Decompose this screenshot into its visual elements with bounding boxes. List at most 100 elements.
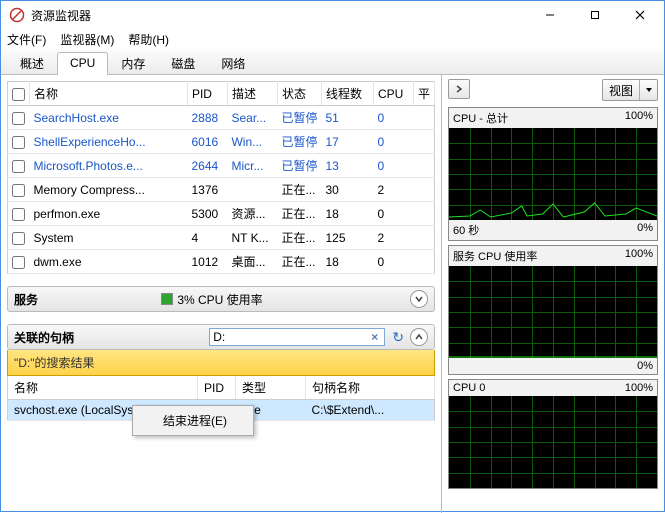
tabbar: 概述 CPU 内存 磁盘 网络 xyxy=(1,49,664,75)
graph-foot-right: 0% xyxy=(637,222,653,238)
context-menu: 结束进程(E) xyxy=(132,405,254,436)
process-status: 已暂停 xyxy=(277,154,321,178)
graph-canvas xyxy=(449,266,657,358)
graph-title: CPU 0 xyxy=(453,382,485,394)
process-status: 已暂停 xyxy=(277,106,321,130)
hcol-pid[interactable]: PID xyxy=(198,376,236,400)
col-cpu[interactable]: CPU xyxy=(373,82,413,106)
menubar: 文件(F) 监视器(M) 帮助(H) xyxy=(1,29,664,49)
left-pane: 名称 PID 描述 状态 线程数 CPU 平 SearchHost.exe288… xyxy=(1,75,441,513)
process-row[interactable]: Memory Compress...1376正在...302 xyxy=(8,178,435,202)
close-button[interactable] xyxy=(617,1,662,29)
col-avg[interactable]: 平 xyxy=(413,82,434,106)
process-pid: 2644 xyxy=(187,154,227,178)
handles-header-row[interactable]: 名称 PID 类型 句柄名称 xyxy=(8,376,435,400)
process-desc xyxy=(227,178,277,202)
services-section-header[interactable]: 服务 3% CPU 使用率 xyxy=(7,286,435,312)
process-avg xyxy=(413,178,434,202)
refresh-icon[interactable]: ↻ xyxy=(392,329,404,346)
graph-right-label: 100% xyxy=(625,382,653,394)
process-avg xyxy=(413,130,434,154)
process-desc: 资源... xyxy=(227,202,277,226)
col-status[interactable]: 状态 xyxy=(277,82,321,106)
ctx-end-process[interactable]: 结束进程(E) xyxy=(135,408,251,433)
process-status: 已暂停 xyxy=(277,130,321,154)
app-icon xyxy=(9,7,25,23)
process-desc: Micr... xyxy=(227,154,277,178)
process-row[interactable]: ShellExperienceHo...6016Win...已暂停170 xyxy=(8,130,435,154)
process-pid: 6016 xyxy=(187,130,227,154)
check-all[interactable] xyxy=(12,88,25,101)
view-button-label[interactable]: 视图 xyxy=(603,82,639,99)
hcol-type[interactable]: 类型 xyxy=(236,376,306,400)
tab-network[interactable]: 网络 xyxy=(208,51,258,74)
window-title: 资源监视器 xyxy=(31,7,527,24)
process-pid: 5300 xyxy=(187,202,227,226)
col-pid[interactable]: PID xyxy=(187,82,227,106)
graph-canvas xyxy=(449,396,657,488)
process-check[interactable] xyxy=(12,184,25,197)
process-status: 正在... xyxy=(277,250,321,274)
process-row[interactable]: Microsoft.Photos.e...2644Micr...已暂停130 xyxy=(8,154,435,178)
process-threads: 51 xyxy=(321,106,373,130)
handles-section-header[interactable]: 关联的句柄 × ↻ xyxy=(7,324,435,350)
process-check[interactable] xyxy=(12,232,25,245)
col-desc[interactable]: 描述 xyxy=(227,82,277,106)
process-row[interactable]: dwm.exe1012桌面...正在...180 xyxy=(8,250,435,274)
process-check[interactable] xyxy=(12,112,25,125)
tab-disk[interactable]: 磁盘 xyxy=(158,51,208,74)
titlebar: 资源监视器 xyxy=(1,1,664,29)
process-header-row[interactable]: 名称 PID 描述 状态 线程数 CPU 平 xyxy=(8,82,435,106)
process-check[interactable] xyxy=(12,256,25,269)
process-pid: 2888 xyxy=(187,106,227,130)
services-collapse-button[interactable] xyxy=(410,290,428,308)
process-row[interactable]: SearchHost.exe2888Sear...已暂停510 xyxy=(8,106,435,130)
process-avg xyxy=(413,154,434,178)
process-threads: 17 xyxy=(321,130,373,154)
view-dropdown-arrow[interactable] xyxy=(639,80,657,100)
process-check[interactable] xyxy=(12,136,25,149)
process-desc: Win... xyxy=(227,130,277,154)
clear-search-icon[interactable]: × xyxy=(371,330,378,344)
col-name[interactable]: 名称 xyxy=(30,82,188,106)
process-avg xyxy=(413,202,434,226)
tab-memory[interactable]: 内存 xyxy=(108,51,158,74)
process-row[interactable]: perfmon.exe5300资源...正在...180 xyxy=(8,202,435,226)
graph-nav-button[interactable] xyxy=(448,79,470,99)
menu-monitor[interactable]: 监视器(M) xyxy=(60,31,114,48)
cpu-usage-label: 3% CPU 使用率 xyxy=(177,291,262,308)
col-threads[interactable]: 线程数 xyxy=(321,82,373,106)
services-title: 服务 xyxy=(14,291,161,308)
process-check[interactable] xyxy=(12,160,25,173)
maximize-button[interactable] xyxy=(572,1,617,29)
process-name: Memory Compress... xyxy=(30,178,188,202)
process-row[interactable]: System4NT K...正在...1252 xyxy=(8,226,435,250)
process-cpu: 0 xyxy=(373,154,413,178)
hcol-handle[interactable]: 句柄名称 xyxy=(306,376,435,400)
graph-title: CPU - 总计 xyxy=(453,110,508,126)
process-check[interactable] xyxy=(12,208,25,221)
menu-help[interactable]: 帮助(H) xyxy=(128,31,169,48)
process-table: 名称 PID 描述 状态 线程数 CPU 平 SearchHost.exe288… xyxy=(7,81,435,274)
menu-file[interactable]: 文件(F) xyxy=(7,31,46,48)
tab-cpu[interactable]: CPU xyxy=(57,52,108,75)
process-pid: 1012 xyxy=(187,250,227,274)
process-avg xyxy=(413,106,434,130)
process-cpu: 0 xyxy=(373,106,413,130)
hcol-name[interactable]: 名称 xyxy=(8,376,198,400)
graph-right-label: 100% xyxy=(625,110,653,126)
graph-block: 服务 CPU 使用率100%0% xyxy=(448,245,658,375)
process-threads: 18 xyxy=(321,202,373,226)
process-status: 正在... xyxy=(277,202,321,226)
tab-overview[interactable]: 概述 xyxy=(7,51,57,74)
process-name: perfmon.exe xyxy=(30,202,188,226)
handle-path: C:\$Extend\... xyxy=(306,400,435,421)
graph-right-label: 100% xyxy=(625,248,653,264)
process-name: System xyxy=(30,226,188,250)
right-pane: 视图 CPU - 总计100%60 秒0%服务 CPU 使用率100%0%CPU… xyxy=(441,75,664,513)
handles-title: 关联的句柄 xyxy=(14,329,209,346)
process-avg xyxy=(413,226,434,250)
handles-search-input[interactable] xyxy=(209,328,385,346)
minimize-button[interactable] xyxy=(527,1,572,29)
handles-collapse-button[interactable] xyxy=(410,328,428,346)
